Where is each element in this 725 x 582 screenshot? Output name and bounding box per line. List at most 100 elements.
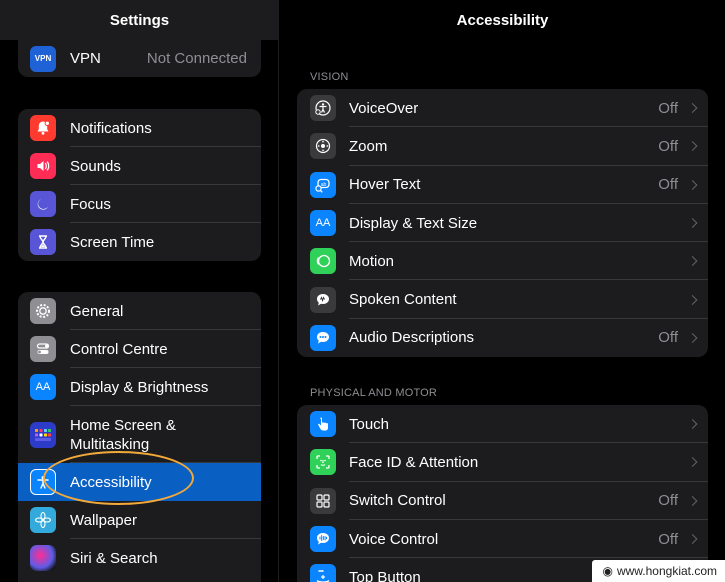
chevron-right-icon (687, 256, 698, 267)
sidebar-item-wallpaper[interactable]: Wallpaper (18, 501, 261, 539)
sidebar-item-sounds[interactable]: Sounds (18, 147, 261, 185)
row-value: Off (658, 176, 678, 194)
row-value: Off (658, 99, 678, 117)
sidebar-item-siri-search[interactable]: Siri & Search (18, 539, 261, 577)
row-label: Touch (349, 415, 390, 433)
main-header: Accessibility (280, 0, 725, 40)
row-display-text-size[interactable]: AA Display & Text Size (297, 204, 708, 243)
sidebar-item-label: Display & Brightness (70, 378, 209, 396)
row-audio-descriptions[interactable]: Audio Descriptions Off (297, 319, 708, 357)
switch-grid-icon (310, 487, 336, 514)
chevron-right-icon (687, 141, 698, 152)
sidebar-item-label: Home Screen & Multitasking (70, 416, 176, 453)
sidebar-item-label: VPN (70, 50, 101, 67)
text-size-icon: AA (30, 374, 56, 400)
sidebar-item-focus[interactable]: Focus (18, 185, 261, 223)
flower-icon (30, 507, 56, 533)
row-label: Display & Text Size (349, 214, 478, 232)
sidebar-group-general: General Control Centre AA Display & Brig… (18, 292, 261, 582)
sidebar-item-vpn[interactable]: VPN VPN Not Connected (18, 40, 261, 77)
chevron-right-icon (687, 419, 698, 430)
svg-text:ab: ab (321, 182, 327, 188)
globe-icon: ◉ (602, 564, 613, 578)
sidebar-item-screen-time[interactable]: Screen Time (18, 223, 261, 261)
page-title: Accessibility (456, 11, 549, 29)
vpn-icon: VPN (30, 45, 56, 72)
row-motion[interactable]: Motion (297, 242, 708, 281)
row-label: Top Button (349, 568, 421, 582)
row-face-id-attention[interactable]: Face ID & Attention (297, 443, 708, 482)
accessibility-panel: Accessibility VISION VoiceOver Off Zoom … (280, 0, 725, 582)
sidebar-header: Settings (0, 0, 278, 40)
row-value: Off (658, 137, 678, 155)
zoom-icon (310, 133, 336, 160)
sidebar-item-label: Accessibility (70, 473, 152, 491)
sidebar-group-network: VPN VPN Not Connected (18, 40, 261, 77)
chevron-right-icon (687, 495, 698, 506)
row-label: Voice Control (349, 530, 439, 548)
audio-description-icon (310, 324, 336, 351)
speaker-icon (30, 153, 56, 179)
row-label: Zoom (349, 137, 388, 155)
chevron-right-icon (687, 218, 698, 228)
chevron-right-icon (687, 534, 698, 544)
sidebar-item-display-brightness[interactable]: AA Display & Brightness (18, 368, 261, 406)
sidebar-item-label: Sounds (70, 157, 121, 175)
row-hover-text[interactable]: ab Hover Text Off (297, 166, 708, 204)
row-value: Off (658, 329, 678, 347)
section-label-vision: VISION (310, 71, 349, 83)
voiceover-icon (310, 95, 336, 122)
chevron-right-icon (687, 332, 698, 343)
sidebar-title: Settings (109, 11, 170, 29)
row-voiceover[interactable]: VoiceOver Off (297, 89, 708, 128)
row-spoken-content[interactable]: Spoken Content (297, 280, 708, 319)
moon-icon (30, 191, 56, 217)
sidebar-item-accessibility[interactable]: Accessibility (18, 463, 261, 501)
row-label: Spoken Content (349, 291, 457, 309)
row-label: Hover Text (349, 176, 421, 194)
row-zoom[interactable]: Zoom Off (297, 127, 708, 166)
row-value: Off (658, 530, 678, 548)
watermark-text: www.hongkiat.com (616, 564, 717, 578)
sidebar-item-label: Siri & Search (70, 549, 158, 567)
row-label: Audio Descriptions (349, 329, 475, 347)
row-value: Off (658, 492, 678, 510)
speech-bubble-icon (310, 286, 336, 313)
sidebar-item-label: Control Centre (70, 340, 168, 358)
vision-group: VoiceOver Off Zoom Off ab Hover Text Off… (297, 89, 708, 357)
settings-sidebar: Settings VPN VPN Not Connected Notificat… (0, 0, 279, 582)
watermark: ◉ www.hongkiat.com (592, 560, 725, 582)
chevron-right-icon (687, 103, 698, 114)
sidebar-group-notifications: Notifications Sounds Focus Screen Time (18, 109, 261, 261)
row-switch-control[interactable]: Switch Control Off (297, 482, 708, 520)
chevron-right-icon (687, 179, 698, 190)
face-id-icon (310, 449, 336, 476)
sidebar-item-label: General (70, 302, 124, 320)
home-grid-icon (30, 421, 56, 448)
text-size-icon: AA (310, 210, 336, 237)
row-label: Switch Control (349, 492, 446, 510)
siri-icon (30, 545, 56, 571)
section-label-physical-motor: PHYSICAL AND MOTOR (310, 387, 438, 399)
sidebar-item-label: Notifications (70, 119, 152, 137)
sidebar-item-label: Focus (70, 195, 111, 213)
accessibility-icon (30, 469, 56, 495)
chevron-right-icon (687, 294, 698, 305)
sidebar-item-general[interactable]: General (18, 292, 261, 330)
sidebar-item-control-centre[interactable]: Control Centre (18, 330, 261, 368)
sidebar-item-value: Not Connected (146, 50, 247, 67)
sidebar-item-notifications[interactable]: Notifications (18, 109, 261, 147)
physical-motor-group: Touch Face ID & Attention Switch Control… (297, 405, 708, 582)
toggles-icon (30, 336, 56, 362)
chevron-right-icon (687, 457, 698, 468)
sidebar-item-home-screen[interactable]: Home Screen & Multitasking (18, 406, 261, 463)
row-touch[interactable]: Touch (297, 405, 708, 444)
row-voice-control[interactable]: Voice Control Off (297, 520, 708, 559)
top-button-icon (310, 564, 336, 582)
row-label: Motion (349, 252, 395, 270)
bell-icon (30, 115, 56, 141)
row-label: Face ID & Attention (349, 453, 479, 471)
hourglass-icon (30, 229, 56, 255)
gear-icon (30, 298, 56, 324)
hand-pointer-icon (310, 411, 336, 438)
